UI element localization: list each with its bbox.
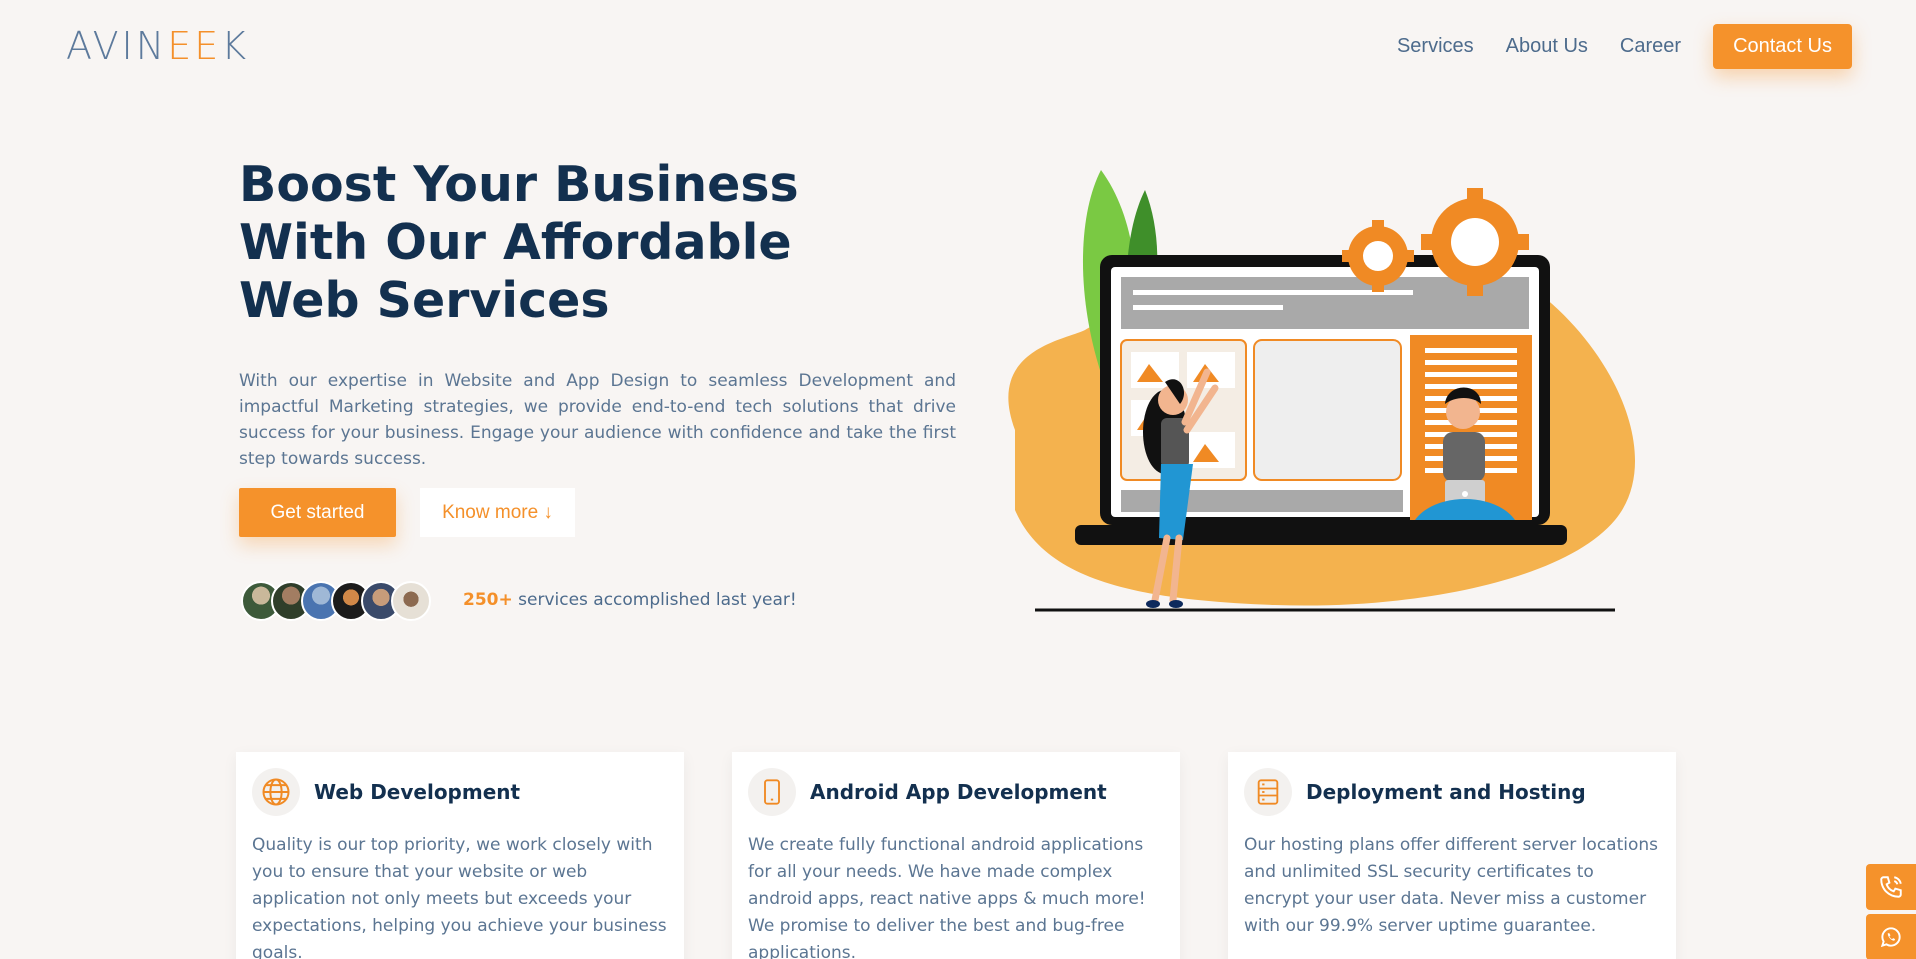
main-nav: Services About Us Career Contact Us <box>1397 24 1852 69</box>
card-web-development[interactable]: Web Development Quality is our top prior… <box>236 752 684 959</box>
card-description: Quality is our top priority, we work clo… <box>252 835 667 959</box>
nav-about-us[interactable]: About Us <box>1506 35 1588 58</box>
hero-title-line-1: Boost Your Business <box>239 156 799 213</box>
logo[interactable]: AVIN EE K <box>66 24 249 68</box>
whatsapp-icon <box>1880 927 1901 948</box>
server-icon <box>1244 768 1292 816</box>
screen-header-line <box>1133 305 1283 310</box>
globe-icon <box>252 768 300 816</box>
hero-illustration <box>1008 170 1636 612</box>
services-count-label: services accomplished last year! <box>512 590 797 610</box>
avatar <box>391 581 431 621</box>
card-title: Web Development <box>314 780 521 804</box>
whatsapp-button[interactable] <box>1866 914 1916 959</box>
screen-header-line <box>1133 290 1413 295</box>
center-panel <box>1253 339 1402 481</box>
hero-title-line-3: Web Services <box>239 272 610 329</box>
card-title: Android App Development <box>810 780 1107 804</box>
image-tile <box>1187 432 1235 468</box>
social-proof: 250+ services accomplished last year! <box>463 590 797 610</box>
customer-avatars <box>241 581 431 621</box>
services-count: 250+ <box>463 590 513 610</box>
nav-career[interactable]: Career <box>1620 35 1681 58</box>
card-description: Our hosting plans offer different server… <box>1244 835 1659 936</box>
image-tile <box>1187 352 1235 388</box>
nav-services[interactable]: Services <box>1397 35 1474 58</box>
card-android-app-development[interactable]: Android App Development We create fully … <box>732 752 1180 959</box>
card-title: Deployment and Hosting <box>1306 780 1586 804</box>
mobile-icon <box>748 768 796 816</box>
hero-description: With our expertise in Website and App De… <box>239 371 956 469</box>
laptop-base <box>1075 525 1567 545</box>
contact-us-button[interactable]: Contact Us <box>1713 24 1852 69</box>
phone-icon <box>1880 876 1902 898</box>
logo-text-suffix: K <box>221 24 250 68</box>
logo-text-prefix: AVIN <box>66 24 168 68</box>
card-description: We create fully functional android appli… <box>748 835 1146 959</box>
hero-title-line-2: With Our Affordable <box>239 214 792 271</box>
get-started-button[interactable]: Get started <box>239 488 396 537</box>
logo-text-accent: EE <box>167 24 222 68</box>
know-more-button[interactable]: Know more ↓ <box>420 488 575 537</box>
card-deployment-hosting[interactable]: Deployment and Hosting Our hosting plans… <box>1228 752 1676 959</box>
hero-title: Boost Your Business With Our Affordable … <box>239 156 859 330</box>
call-button[interactable] <box>1866 864 1916 910</box>
